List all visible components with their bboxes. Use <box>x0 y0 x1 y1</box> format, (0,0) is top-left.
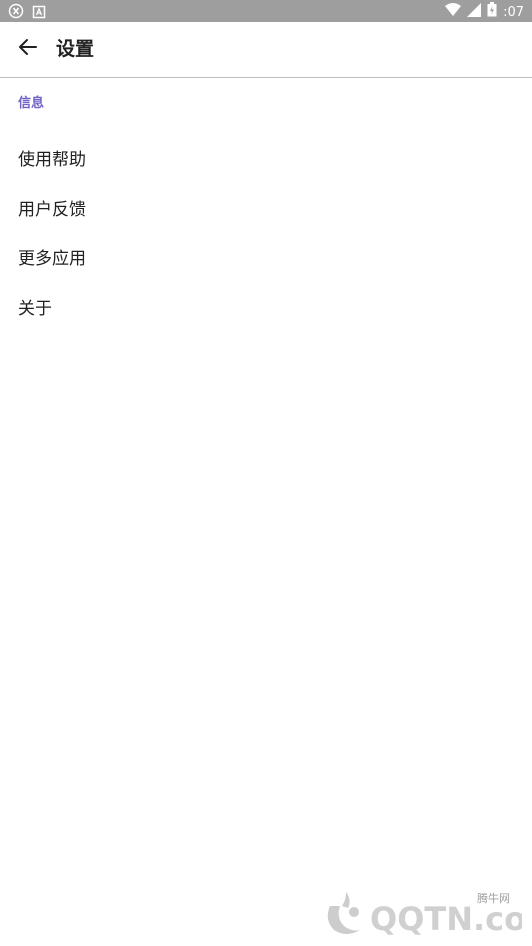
back-button[interactable] <box>12 33 44 65</box>
settings-item-about[interactable]: 关于 <box>0 282 532 332</box>
watermark: 腾牛网 QQTN.com <box>312 886 532 942</box>
watermark-site-cn: 腾牛网 <box>477 892 510 905</box>
settings-item-more-apps[interactable]: 更多应用 <box>0 232 532 282</box>
a-box-icon <box>32 4 46 23</box>
x-circle-icon <box>8 3 24 23</box>
settings-item-help[interactable]: 使用帮助 <box>0 133 532 183</box>
status-left-icons <box>8 3 46 23</box>
status-time: :07 <box>503 4 524 20</box>
arrow-left-icon <box>16 35 40 63</box>
wifi-icon <box>445 2 462 23</box>
settings-list: 使用帮助 用户反馈 更多应用 关于 <box>0 133 532 331</box>
settings-item-label: 使用帮助 <box>18 150 86 171</box>
settings-item-label: 用户反馈 <box>18 199 86 220</box>
status-right-icons: :07 <box>445 2 524 23</box>
settings-item-feedback[interactable]: 用户反馈 <box>0 183 532 233</box>
toolbar: 设置 <box>0 22 532 78</box>
battery-icon <box>487 2 497 23</box>
section-header-info: 信息 <box>18 96 45 111</box>
settings-item-label: 更多应用 <box>18 249 86 270</box>
signal-icon <box>467 2 482 23</box>
status-bar: :07 <box>0 0 532 22</box>
settings-item-label: 关于 <box>18 298 52 319</box>
page-title: 设置 <box>56 38 95 60</box>
